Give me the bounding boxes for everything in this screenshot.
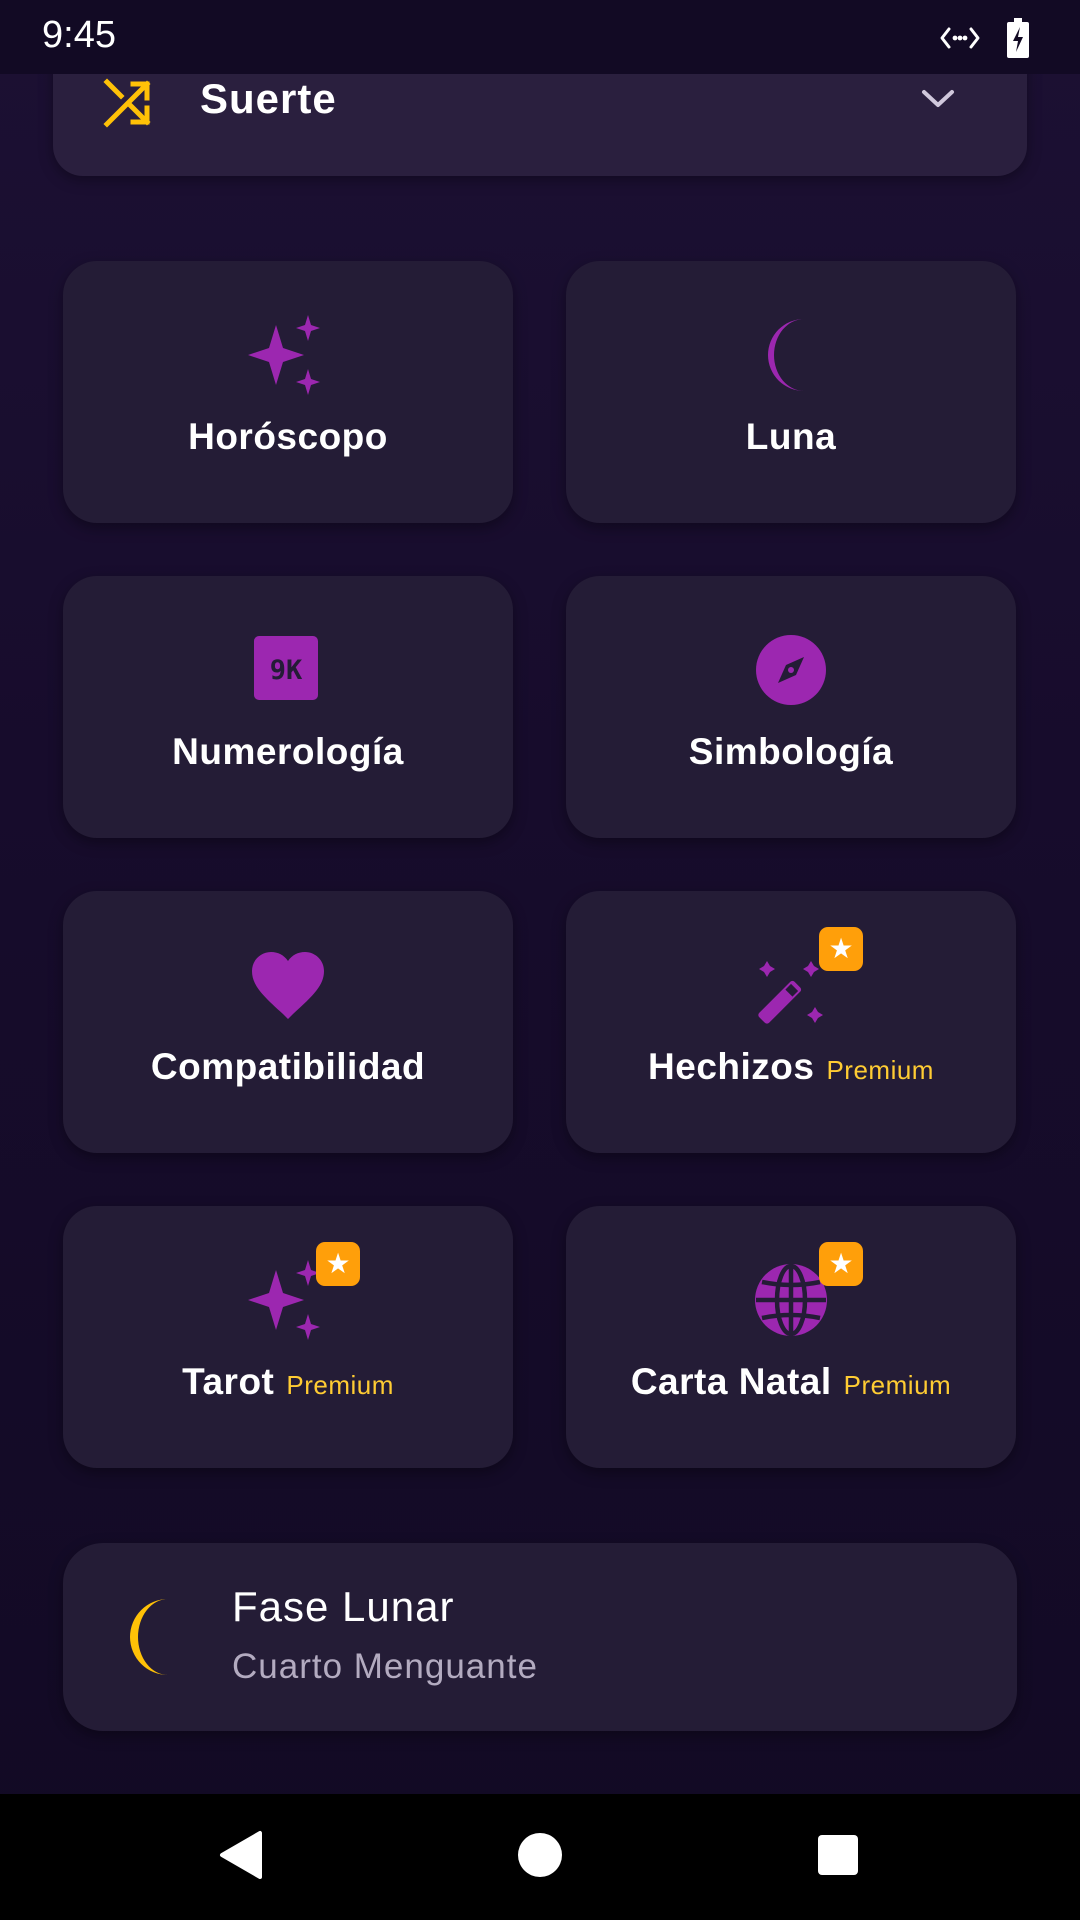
crescent-moon-icon (118, 1595, 202, 1684)
system-nav-bar (0, 1794, 1080, 1920)
back-icon (218, 1830, 264, 1885)
card-label: Luna (745, 416, 837, 457)
magic-wand-icon (749, 961, 833, 1031)
premium-tag: Premium (286, 1370, 394, 1400)
premium-star-badge: ★ (819, 927, 863, 971)
home-button[interactable] (480, 1794, 600, 1920)
card-carta-natal[interactable]: ★ Carta Natal Premium (566, 1206, 1016, 1468)
card-tarot[interactable]: ★ Tarot Premium (63, 1206, 513, 1468)
premium-star-badge: ★ (819, 1242, 863, 1286)
recents-button[interactable] (778, 1794, 898, 1920)
card-label: Carta Natal (630, 1361, 832, 1402)
moon-phase-value: Cuarto Menguante (232, 1647, 538, 1686)
sparkles-icon (246, 1260, 330, 1346)
premium-tag: Premium (843, 1370, 952, 1400)
premium-star-badge: ★ (316, 1242, 360, 1286)
card-label: Horóscopo (188, 416, 388, 457)
premium-tag: Premium (826, 1055, 934, 1085)
card-label: Hechizos (648, 1046, 815, 1087)
compass-icon (749, 635, 833, 716)
card-label: Compatibilidad (150, 1046, 426, 1087)
globe-icon (749, 1263, 833, 1346)
moon-icon (749, 319, 833, 401)
moon-phase-card[interactable]: Fase Lunar Cuarto Menguante (63, 1543, 1017, 1731)
shuffle-icon (103, 78, 153, 133)
status-bar: 9:45 (0, 0, 1080, 74)
home-icon (517, 1832, 563, 1883)
chevron-down-icon[interactable] (921, 88, 955, 115)
heart-icon (246, 952, 330, 1031)
sparkles-icon (246, 315, 330, 401)
battery-charging-icon (1006, 18, 1030, 63)
card-label: Tarot (182, 1361, 275, 1402)
card-simbologia[interactable]: Simbología (566, 576, 1016, 838)
card-luna[interactable]: Luna (566, 261, 1016, 523)
card-label: Simbología (688, 731, 894, 772)
card-hechizos[interactable]: ★ Hechizos Premium (566, 891, 1016, 1153)
card-label: Numerología (172, 731, 404, 772)
code-arrows-icon (940, 23, 980, 58)
back-button[interactable] (181, 1794, 301, 1920)
numbers-icon: 9K (246, 636, 330, 716)
status-time: 9:45 (42, 14, 116, 56)
card-numerologia[interactable]: 9K Numerología (63, 576, 513, 838)
moon-phase-title: Fase Lunar (232, 1583, 455, 1630)
card-compatibilidad[interactable]: Compatibilidad (63, 891, 513, 1153)
recents-icon (817, 1834, 859, 1881)
dropdown-label: Suerte (200, 75, 337, 122)
numbers-icon-text: 9K (270, 655, 303, 686)
status-icons (940, 18, 1030, 63)
card-horoscopo[interactable]: Horóscopo (63, 261, 513, 523)
